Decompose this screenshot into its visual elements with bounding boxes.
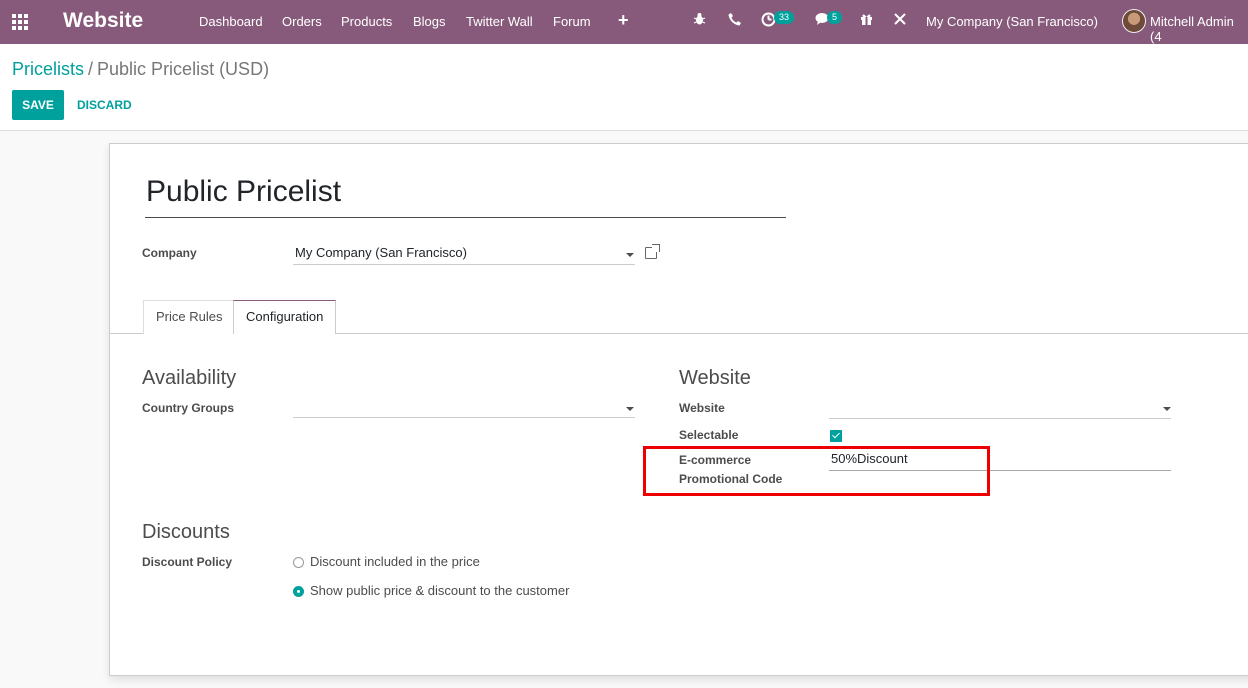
external-link-icon[interactable] — [645, 244, 660, 259]
menu-products[interactable]: Products — [341, 14, 392, 29]
country-groups-field[interactable] — [293, 398, 635, 418]
pricelist-name-input[interactable]: Public Pricelist — [145, 174, 786, 218]
country-groups-label: Country Groups — [142, 401, 234, 415]
website-title: Website — [679, 367, 751, 389]
availability-title: Availability — [142, 367, 237, 389]
menu-forum[interactable]: Forum — [553, 14, 591, 29]
messages-badge: 5 — [827, 11, 843, 24]
menu-orders[interactable]: Orders — [282, 14, 322, 29]
bug-icon[interactable] — [693, 12, 706, 29]
website-dropdown-icon[interactable] — [1163, 407, 1171, 411]
menu-twitter-wall[interactable]: Twitter Wall — [466, 14, 533, 29]
discard-button[interactable]: DISCARD — [77, 98, 132, 112]
company-field[interactable]: My Company (San Francisco) — [293, 245, 635, 265]
form-sheet: Public Pricelist Company My Company (San… — [109, 143, 1248, 676]
discount-included-label[interactable]: Discount included in the price — [310, 554, 480, 569]
highlight-annotation — [643, 446, 990, 496]
discounts-title: Discounts — [142, 521, 230, 543]
user-menu[interactable]: Mitchell Admin (4 — [1150, 14, 1248, 44]
save-button[interactable]: SAVE — [12, 90, 64, 120]
menu-blogs[interactable]: Blogs — [413, 14, 446, 29]
gift-icon[interactable] — [860, 12, 873, 29]
app-brand[interactable]: Website — [63, 9, 143, 33]
breadcrumb-separator: / — [88, 59, 94, 79]
menu-dashboard[interactable]: Dashboard — [199, 14, 263, 29]
company-switcher[interactable]: My Company (San Francisco) — [926, 14, 1098, 29]
breadcrumb: Pricelists / Public Pricelist (USD) — [12, 59, 269, 80]
breadcrumb-current: Public Pricelist (USD) — [97, 59, 270, 79]
apps-menu-icon[interactable] — [12, 14, 30, 30]
activity-badge: 33 — [774, 11, 795, 24]
tab-price-rules[interactable]: Price Rules — [143, 300, 236, 334]
company-label: Company — [142, 246, 197, 260]
top-navbar: Website Dashboard Orders Products Blogs … — [0, 0, 1248, 44]
user-avatar[interactable] — [1122, 9, 1146, 33]
add-menu-icon[interactable]: + — [618, 10, 629, 31]
control-panel: Pricelists / Public Pricelist (USD) SAVE D… — [0, 44, 1248, 131]
selectable-checkbox[interactable] — [830, 430, 842, 442]
tab-configuration[interactable]: Configuration — [233, 300, 337, 334]
country-groups-dropdown-icon[interactable] — [626, 407, 634, 411]
selectable-label: Selectable — [679, 428, 739, 442]
discount-policy-label: Discount Policy — [142, 555, 233, 569]
company-dropdown-icon[interactable] — [626, 253, 634, 257]
discount-included-radio[interactable] — [293, 557, 304, 568]
phone-icon[interactable] — [728, 12, 741, 29]
show-public-price-label[interactable]: Show public price & discount to the cust… — [310, 583, 569, 598]
breadcrumb-pricelists-link[interactable]: Pricelists — [12, 59, 84, 79]
tools-icon[interactable] — [893, 12, 906, 29]
website-field[interactable] — [829, 399, 1171, 419]
show-public-price-radio[interactable] — [293, 586, 304, 597]
website-label: Website — [679, 401, 725, 415]
